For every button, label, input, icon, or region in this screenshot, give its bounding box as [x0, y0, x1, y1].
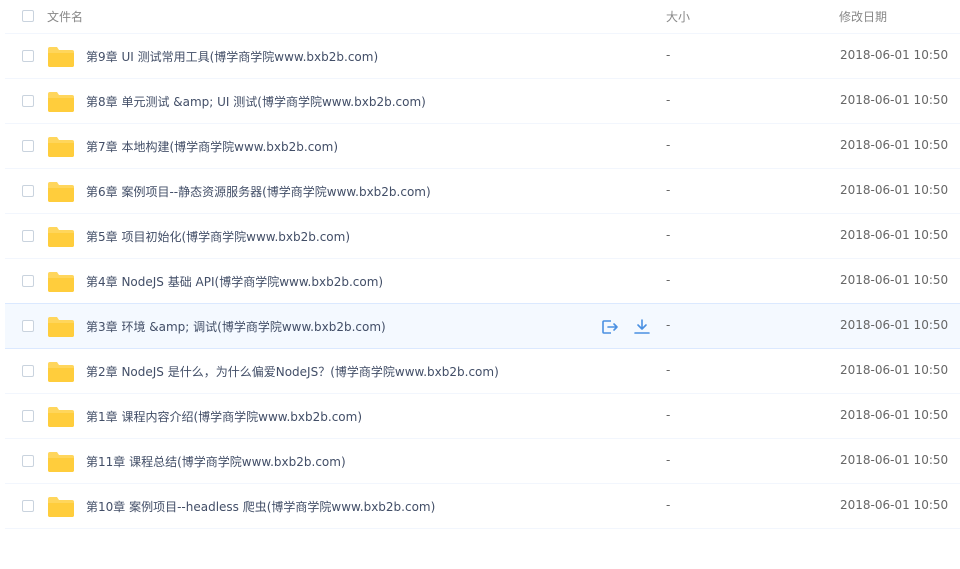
file-size: -	[666, 183, 671, 197]
folder-icon	[48, 272, 74, 292]
folder-icon	[48, 137, 74, 157]
row-checkbox[interactable]	[22, 230, 34, 242]
select-all-checkbox[interactable]	[22, 10, 34, 22]
row-checkbox[interactable]	[22, 50, 34, 62]
file-date: 2018-06-01 10:50	[840, 318, 949, 332]
file-size: -	[666, 453, 671, 467]
folder-icon	[48, 182, 74, 202]
folder-icon	[48, 47, 74, 67]
file-date: 2018-06-01 10:50	[840, 228, 949, 242]
row-checkbox[interactable]	[22, 500, 34, 512]
file-row[interactable]: 第7章 本地构建(博学商学院www.bxb2b.com) - 2018-06-0…	[5, 124, 960, 169]
download-icon[interactable]	[633, 318, 651, 336]
file-date: 2018-06-01 10:50	[840, 363, 949, 377]
file-date: 2018-06-01 10:50	[840, 273, 949, 287]
row-checkbox[interactable]	[22, 275, 34, 287]
file-size: -	[666, 93, 671, 107]
file-size: -	[666, 228, 671, 242]
file-size: -	[666, 318, 671, 332]
file-size: -	[666, 138, 671, 152]
file-row[interactable]: 第9章 UI 测试常用工具(博学商学院www.bxb2b.com) - 2018…	[5, 34, 960, 79]
column-header-size[interactable]: 大小	[666, 8, 690, 25]
row-checkbox[interactable]	[22, 410, 34, 422]
row-checkbox[interactable]	[22, 320, 34, 332]
file-size: -	[666, 498, 671, 512]
row-checkbox[interactable]	[22, 140, 34, 152]
file-row[interactable]: 第5章 项目初始化(博学商学院www.bxb2b.com) - 2018-06-…	[5, 214, 960, 259]
file-name-link[interactable]: 第7章 本地构建(博学商学院www.bxb2b.com)	[86, 138, 338, 155]
file-name-link[interactable]: 第5章 项目初始化(博学商学院www.bxb2b.com)	[86, 228, 350, 245]
column-header-date[interactable]: 修改日期	[839, 8, 887, 25]
file-date: 2018-06-01 10:50	[840, 498, 949, 512]
folder-icon	[48, 452, 74, 472]
folder-icon	[48, 317, 74, 337]
file-size: -	[666, 273, 671, 287]
file-name-link[interactable]: 第10章 案例项目--headless 爬虫(博学商学院www.bxb2b.co…	[86, 498, 435, 515]
row-checkbox[interactable]	[22, 455, 34, 467]
file-name-link[interactable]: 第4章 NodeJS 基础 API(博学商学院www.bxb2b.com)	[86, 273, 383, 290]
file-name-link[interactable]: 第2章 NodeJS 是什么，为什么偏爱NodeJS？(博学商学院www.bxb…	[86, 363, 499, 380]
file-name-link[interactable]: 第8章 单元测试 &amp; UI 测试(博学商学院www.bxb2b.com)	[86, 93, 426, 110]
file-date: 2018-06-01 10:50	[840, 93, 949, 107]
file-row[interactable]: 第8章 单元测试 &amp; UI 测试(博学商学院www.bxb2b.com)…	[5, 79, 960, 124]
file-date: 2018-06-01 10:50	[840, 138, 949, 152]
folder-icon	[48, 92, 74, 112]
file-date: 2018-06-01 10:50	[840, 453, 949, 467]
file-name-link[interactable]: 第9章 UI 测试常用工具(博学商学院www.bxb2b.com)	[86, 48, 378, 65]
file-row[interactable]: 第2章 NodeJS 是什么，为什么偏爱NodeJS？(博学商学院www.bxb…	[5, 349, 960, 394]
folder-icon	[48, 407, 74, 427]
file-list: 文件名 大小 修改日期 第9章 UI 测试常用工具(博学商学院www.bxb2b…	[5, 0, 960, 529]
row-checkbox[interactable]	[22, 185, 34, 197]
folder-icon	[48, 362, 74, 382]
folder-icon	[48, 227, 74, 247]
file-name-link[interactable]: 第6章 案例项目--静态资源服务器(博学商学院www.bxb2b.com)	[86, 183, 431, 200]
row-checkbox[interactable]	[22, 95, 34, 107]
file-date: 2018-06-01 10:50	[840, 48, 949, 62]
file-size: -	[666, 48, 671, 62]
row-checkbox[interactable]	[22, 365, 34, 377]
file-row-hovered[interactable]: 第3章 环境 &amp; 调试(博学商学院www.bxb2b.com) - 20…	[5, 303, 960, 349]
file-date: 2018-06-01 10:50	[840, 183, 949, 197]
file-name-link[interactable]: 第1章 课程内容介绍(博学商学院www.bxb2b.com)	[86, 408, 362, 425]
column-header-name[interactable]: 文件名	[47, 8, 83, 25]
folder-icon	[48, 497, 74, 517]
file-name-link[interactable]: 第3章 环境 &amp; 调试(博学商学院www.bxb2b.com)	[86, 318, 386, 335]
file-size: -	[666, 408, 671, 422]
file-row[interactable]: 第11章 课程总结(博学商学院www.bxb2b.com) - 2018-06-…	[5, 439, 960, 484]
file-name-link[interactable]: 第11章 课程总结(博学商学院www.bxb2b.com)	[86, 453, 346, 470]
file-row[interactable]: 第1章 课程内容介绍(博学商学院www.bxb2b.com) - 2018-06…	[5, 394, 960, 439]
file-row[interactable]: 第6章 案例项目--静态资源服务器(博学商学院www.bxb2b.com) - …	[5, 169, 960, 214]
file-row[interactable]: 第10章 案例项目--headless 爬虫(博学商学院www.bxb2b.co…	[5, 484, 960, 529]
share-icon[interactable]	[601, 318, 619, 336]
list-header: 文件名 大小 修改日期	[5, 0, 960, 34]
file-row[interactable]: 第4章 NodeJS 基础 API(博学商学院www.bxb2b.com) - …	[5, 259, 960, 304]
file-size: -	[666, 363, 671, 377]
file-date: 2018-06-01 10:50	[840, 408, 949, 422]
